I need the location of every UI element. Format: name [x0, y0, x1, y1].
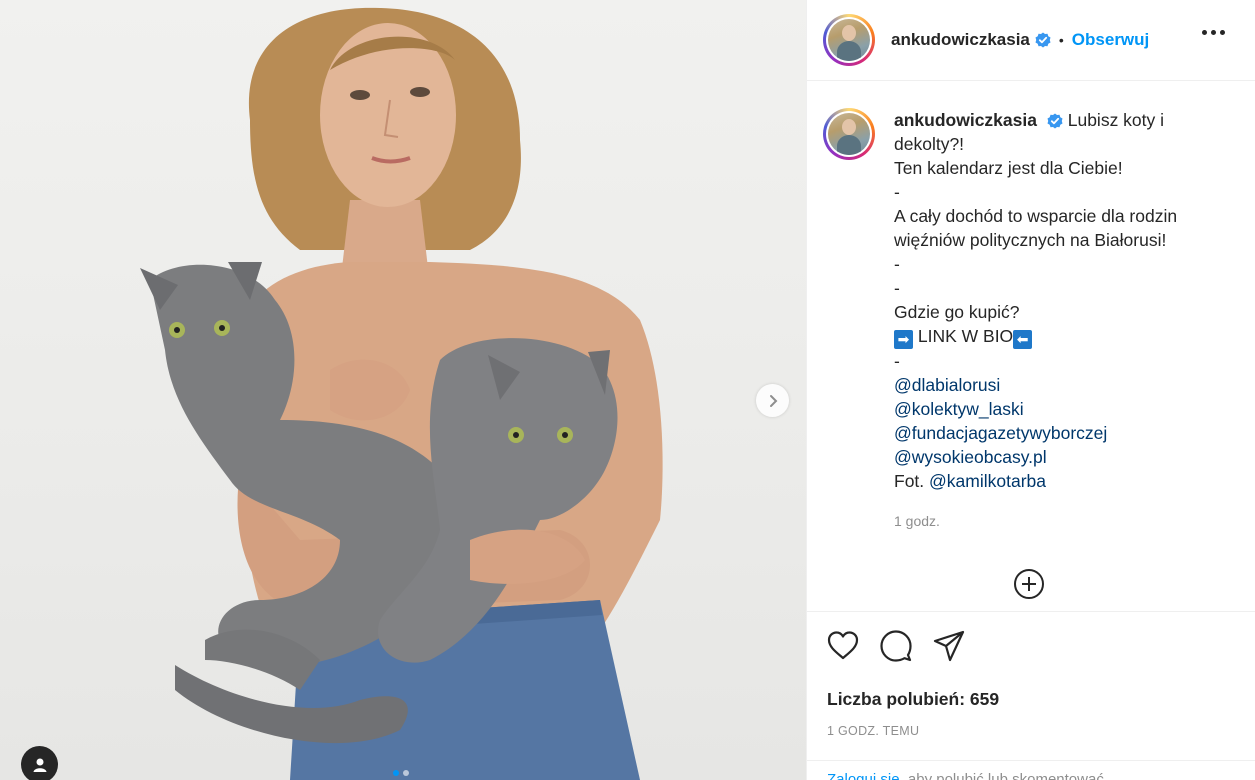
carousel-indicator — [393, 770, 409, 776]
chevron-right-icon — [769, 394, 777, 407]
photo-illustration — [140, 7, 663, 780]
carousel-dot — [403, 770, 409, 776]
caption-line: A cały dochód to wsparcie dla rodzin — [894, 206, 1178, 226]
link-in-bio-text: LINK W BIO — [917, 326, 1014, 346]
mention-link[interactable]: @dlabialorusi — [894, 375, 1000, 395]
login-prompt: Zaloguj się, aby polubić lub skomentować — [807, 760, 1255, 780]
caption-username[interactable]: ankudowiczkasia — [894, 110, 1037, 130]
arrow-left-icon: ⬅ — [1013, 329, 1033, 349]
caption-line: - — [894, 182, 900, 202]
caption-line: - — [894, 350, 900, 371]
caption-line: Gdzie go kupić? — [894, 302, 1020, 322]
next-photo-button[interactable] — [756, 384, 789, 417]
caption-line: - — [894, 278, 900, 298]
likes-count[interactable]: Liczba polubień: 659 — [807, 663, 1255, 710]
caption-line: dekolty?! — [894, 134, 965, 154]
post-photo[interactable] — [0, 0, 806, 780]
photo-credit-prefix: Fot. — [894, 470, 925, 491]
share-icon[interactable] — [932, 629, 966, 663]
post-time-ago: 1 GODZ. TEMU — [827, 724, 920, 738]
caption-line: więźniów politycznych na Białorusi! — [894, 230, 1167, 250]
carousel-dot-active — [393, 770, 399, 776]
more-options-icon[interactable] — [1202, 30, 1225, 35]
caption-line: - — [894, 254, 900, 274]
caption-line: Ten kalendarz jest dla Ciebie! — [894, 158, 1123, 178]
caption-area: ankudowiczkasia Lubisz koty i dekolty?! … — [807, 81, 1255, 611]
post-actions: Liczba polubień: 659 1 GODZ. TEMU — [807, 611, 1255, 738]
caption-avatar[interactable] — [823, 108, 875, 160]
comment-icon[interactable] — [879, 629, 913, 663]
mention-link[interactable]: @fundacjagazetywyborczej — [894, 423, 1107, 443]
verified-badge-icon — [1035, 32, 1051, 48]
login-link[interactable]: Zaloguj się — [827, 771, 900, 780]
user-tag-icon — [33, 758, 46, 772]
caption-line: Lubisz koty i — [1067, 110, 1165, 130]
mention-link[interactable]: @kolektyw_laski — [894, 399, 1024, 419]
caption-timestamp: 1 godz. — [894, 512, 940, 529]
photo-credit-link[interactable]: @kamilkotarba — [929, 471, 1046, 491]
heart-icon[interactable] — [826, 629, 860, 663]
author-username[interactable]: ankudowiczkasia — [891, 30, 1030, 50]
arrow-right-icon: ➡ — [894, 329, 913, 349]
caption-text: ankudowiczkasia Lubisz koty i dekolty?! … — [894, 108, 1214, 493]
add-comment-icon[interactable] — [1013, 568, 1045, 600]
login-prompt-text: , aby polubić lub skomentować — [899, 771, 1104, 780]
post-header: ankudowiczkasia • Obserwuj — [807, 0, 1255, 81]
follow-button[interactable]: Obserwuj — [1072, 30, 1149, 50]
header-separator: • — [1058, 32, 1064, 48]
verified-badge-icon — [1047, 113, 1063, 129]
link-in-bio-line: ➡ LINK W BIO ⬅ — [894, 324, 1214, 349]
tagged-users-button[interactable] — [21, 746, 58, 780]
mention-link[interactable]: @wysokieobcasy.pl — [894, 447, 1047, 467]
post-sidebar: ankudowiczkasia • Obserwuj ankudowiczkas… — [806, 0, 1255, 780]
avatar[interactable] — [823, 14, 875, 66]
